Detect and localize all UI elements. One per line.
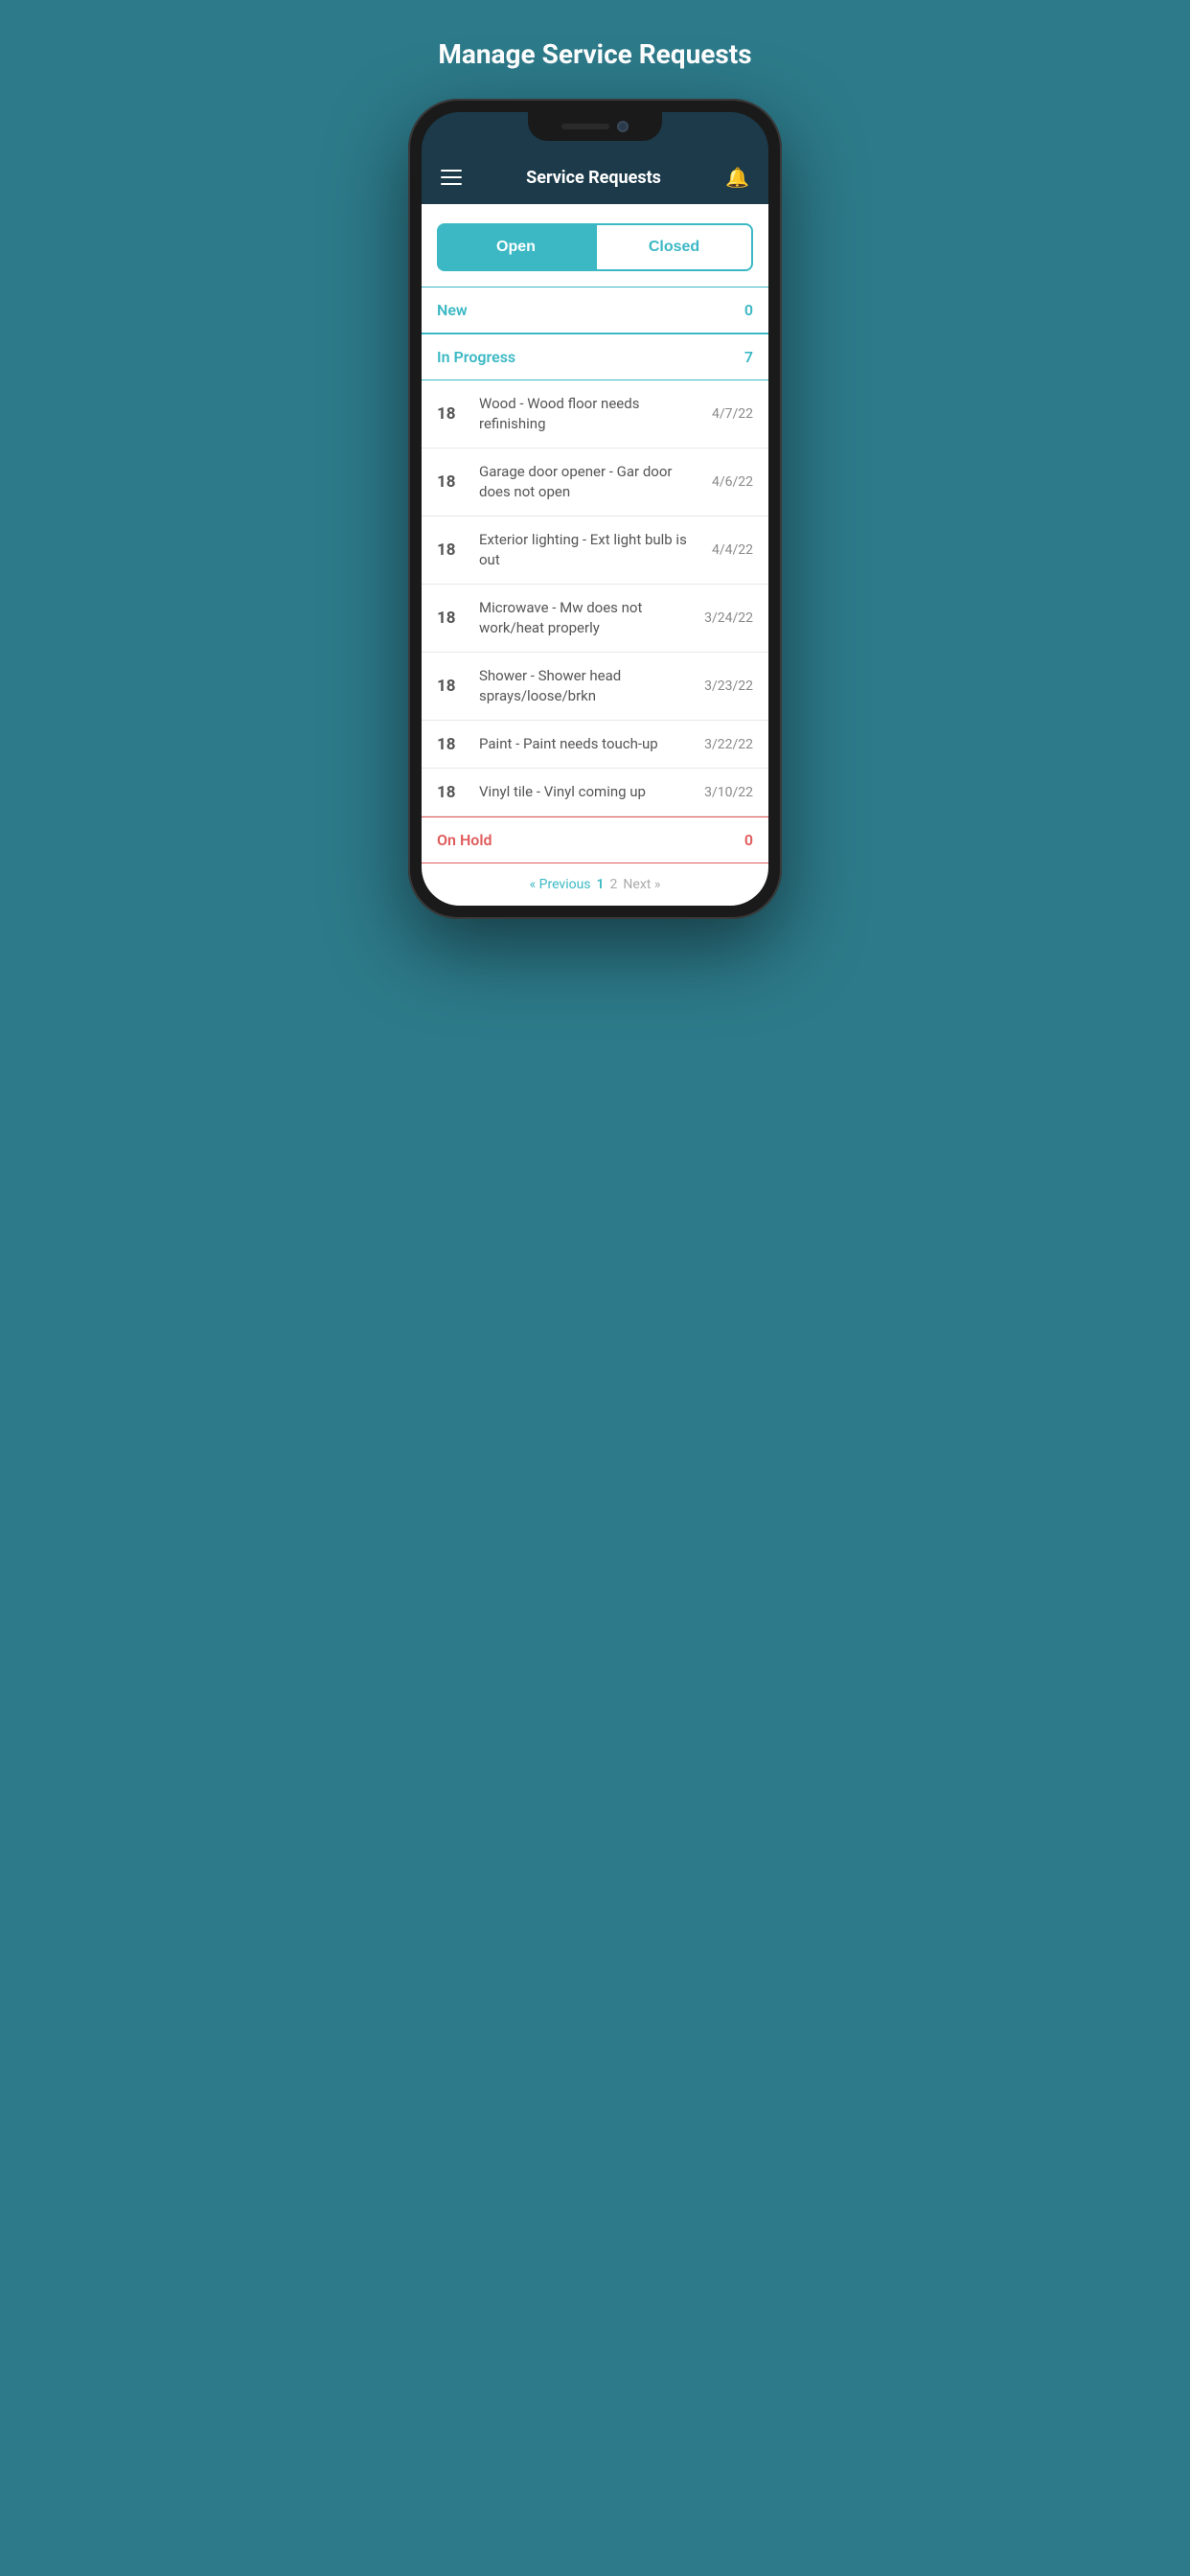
row-date: 4/6/22 — [700, 474, 753, 490]
row-date: 3/24/22 — [700, 610, 753, 626]
on-hold-section-label: On Hold — [437, 831, 492, 849]
row-date: 3/22/22 — [700, 737, 753, 752]
phone-notch — [528, 112, 662, 141]
row-number: 18 — [437, 783, 466, 802]
row-date: 3/10/22 — [700, 785, 753, 800]
row-date: 4/4/22 — [700, 542, 753, 558]
table-row[interactable]: 18 Exterior lighting - Ext light bulb is… — [422, 517, 768, 585]
in-progress-section-header: In Progress 7 — [422, 334, 768, 380]
page-2-link[interactable]: 2 — [610, 877, 618, 892]
row-description: Wood - Wood floor needs refinishing — [479, 394, 687, 434]
phone-screen: Service Requests 🔔 Open Closed New 0 In … — [422, 112, 768, 906]
new-section-label: New — [437, 301, 468, 319]
app-title: Service Requests — [526, 168, 661, 188]
hamburger-menu-icon[interactable] — [441, 170, 462, 185]
row-date: 3/23/22 — [700, 678, 753, 694]
pagination: « Previous 1 2 Next » — [422, 863, 768, 906]
table-row[interactable]: 18 Garage door opener - Gar door does no… — [422, 448, 768, 517]
row-number: 18 — [437, 735, 466, 754]
bell-icon[interactable]: 🔔 — [725, 166, 749, 189]
previous-page-link[interactable]: « Previous — [530, 877, 591, 892]
page-title: Manage Service Requests — [438, 38, 751, 70]
row-date: 4/7/22 — [700, 406, 753, 422]
on-hold-section-count: 0 — [744, 831, 753, 849]
open-tab-button[interactable]: Open — [437, 223, 595, 271]
row-number: 18 — [437, 677, 466, 696]
row-number: 18 — [437, 472, 466, 492]
row-description: Paint - Paint needs touch-up — [479, 734, 687, 754]
phone-shell: Service Requests 🔔 Open Closed New 0 In … — [408, 99, 782, 919]
new-section-count: 0 — [744, 301, 753, 319]
on-hold-section-header: On Hold 0 — [422, 816, 768, 863]
table-row[interactable]: 18 Shower - Shower head sprays/loose/brk… — [422, 653, 768, 721]
row-description: Vinyl tile - Vinyl coming up — [479, 782, 687, 802]
service-request-list: 18 Wood - Wood floor needs refinishing 4… — [422, 380, 768, 816]
table-row[interactable]: 18 Microwave - Mw does not work/heat pro… — [422, 585, 768, 653]
table-row[interactable]: 18 Vinyl tile - Vinyl coming up 3/10/22 — [422, 769, 768, 816]
page-1-link[interactable]: 1 — [597, 877, 605, 892]
row-number: 18 — [437, 609, 466, 628]
row-description: Microwave - Mw does not work/heat proper… — [479, 598, 687, 638]
notch-speaker — [561, 124, 609, 129]
content-area: Open Closed New 0 In Progress 7 18 Wood … — [422, 204, 768, 906]
row-description: Shower - Shower head sprays/loose/brkn — [479, 666, 687, 706]
in-progress-section-label: In Progress — [437, 348, 515, 366]
notch-camera — [617, 121, 629, 132]
row-description: Exterior lighting - Ext light bulb is ou… — [479, 530, 687, 570]
row-number: 18 — [437, 540, 466, 560]
next-page-link[interactable]: Next » — [623, 877, 660, 892]
table-row[interactable]: 18 Wood - Wood floor needs refinishing 4… — [422, 380, 768, 448]
table-row[interactable]: 18 Paint - Paint needs touch-up 3/22/22 — [422, 721, 768, 769]
new-section-header: New 0 — [422, 287, 768, 334]
app-header: Service Requests 🔔 — [422, 154, 768, 204]
row-description: Garage door opener - Gar door does not o… — [479, 462, 687, 502]
in-progress-section-count: 7 — [744, 348, 753, 366]
row-number: 18 — [437, 404, 466, 424]
toggle-container: Open Closed — [422, 204, 768, 287]
closed-tab-button[interactable]: Closed — [595, 223, 753, 271]
